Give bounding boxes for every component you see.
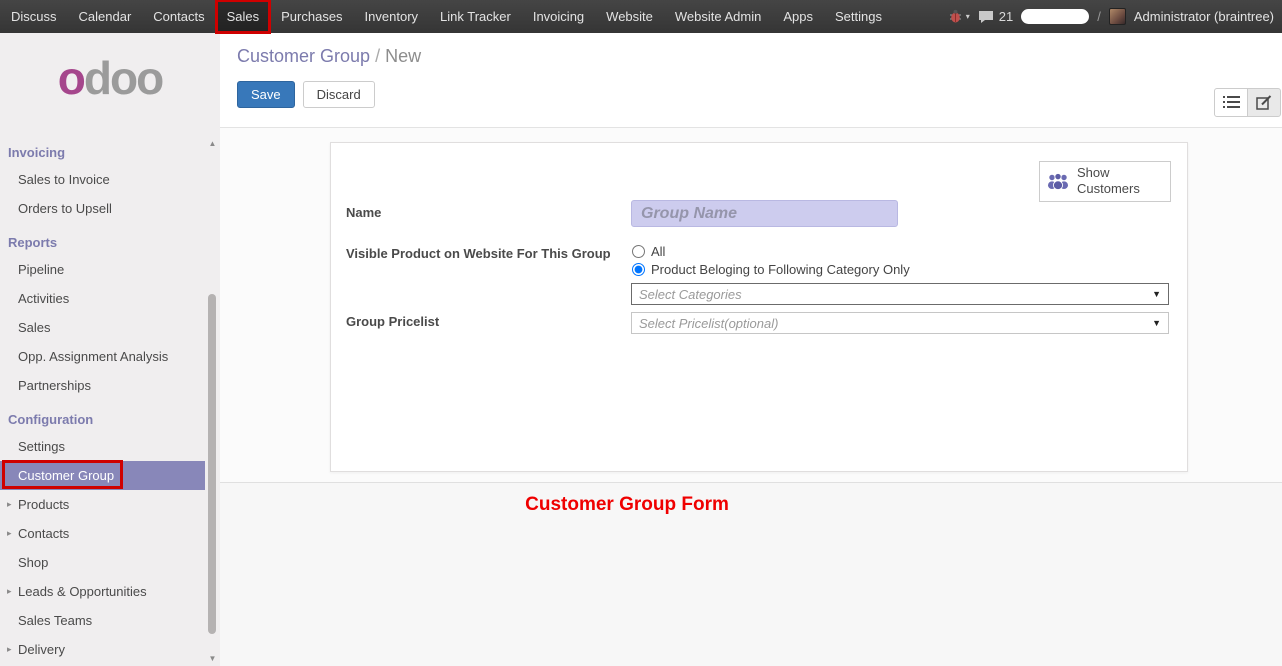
- save-button[interactable]: Save: [237, 81, 295, 108]
- dropdown-caret-icon: ▼: [1152, 318, 1161, 328]
- chevron-down-icon: ▾: [966, 12, 970, 21]
- select-categories-dropdown[interactable]: Select Categories ▼: [631, 283, 1169, 305]
- sidebar-item-label: Customer Group: [18, 468, 114, 483]
- scroll-up-arrow-icon[interactable]: ▲: [206, 139, 219, 148]
- debug-menu[interactable]: ▾: [948, 9, 970, 24]
- form-content-area: Show Customers Name Visible Product on W…: [220, 128, 1282, 666]
- expand-arrow-icon: ▸: [7, 499, 12, 510]
- sidebar-scrollbar[interactable]: ▲ ▼: [206, 139, 219, 666]
- form-view-button[interactable]: [1247, 88, 1281, 117]
- section-invoicing: Invoicing: [0, 133, 205, 165]
- nav-inventory[interactable]: Inventory: [354, 0, 429, 33]
- radio-category-input[interactable]: [632, 263, 645, 276]
- pricelist-field-label: Group Pricelist: [346, 314, 439, 329]
- dropdown-caret-icon: ▼: [1152, 289, 1161, 299]
- form-action-buttons: Save Discard: [237, 81, 1282, 108]
- sidebar-item-shop[interactable]: Shop: [0, 548, 205, 577]
- sidebar-item-delivery[interactable]: ▸ Delivery: [0, 635, 205, 664]
- sidebar-item-leads-opportunities[interactable]: ▸ Leads & Opportunities: [0, 577, 205, 606]
- expand-arrow-icon: ▸: [7, 644, 12, 655]
- sidebar-item-settings[interactable]: Settings: [0, 432, 205, 461]
- nav-contacts[interactable]: Contacts: [142, 0, 215, 33]
- radio-category-label: Product Beloging to Following Category O…: [651, 262, 910, 277]
- radio-all-label: All: [651, 244, 665, 259]
- discard-button[interactable]: Discard: [303, 81, 375, 108]
- radio-all-input[interactable]: [632, 245, 645, 258]
- select-pricelist-placeholder: Select Pricelist(optional): [639, 316, 778, 331]
- section-configuration: Configuration: [0, 400, 205, 432]
- list-view-icon: [1223, 95, 1240, 110]
- expand-arrow-icon: ▸: [7, 586, 12, 597]
- sidebar-item-orders-to-upsell[interactable]: Orders to Upsell: [0, 194, 205, 223]
- user-menu[interactable]: Administrator (braintree): [1134, 9, 1274, 24]
- sidebar-item-sales[interactable]: Sales: [0, 313, 205, 342]
- annotation-caption: Customer Group Form: [220, 494, 1034, 516]
- nav-sales[interactable]: Sales: [216, 0, 271, 33]
- sidebar-item-pipeline[interactable]: Pipeline: [0, 255, 205, 284]
- scroll-down-arrow-icon[interactable]: ▼: [206, 654, 219, 663]
- select-categories-placeholder: Select Categories: [639, 287, 742, 302]
- main-panel: Customer Group/New Save Discard: [220, 33, 1282, 666]
- expand-arrow-icon: ▸: [7, 528, 12, 539]
- section-reports: Reports: [0, 223, 205, 255]
- nav-link-tracker[interactable]: Link Tracker: [429, 0, 522, 33]
- sidebar-item-contacts[interactable]: ▸ Contacts: [0, 519, 205, 548]
- sidebar-item-label: Delivery: [18, 642, 65, 657]
- radio-option-all[interactable]: All: [632, 244, 665, 259]
- messages-indicator[interactable]: 21: [978, 9, 1013, 24]
- nav-settings[interactable]: Settings: [824, 0, 893, 33]
- user-avatar: [1109, 8, 1126, 25]
- visibility-field-label: Visible Product on Website For This Grou…: [346, 246, 611, 261]
- logo-rest: doo: [84, 52, 162, 104]
- select-pricelist-dropdown[interactable]: Select Pricelist(optional) ▼: [631, 312, 1169, 334]
- nav-discuss[interactable]: Discuss: [0, 0, 68, 33]
- nav-apps[interactable]: Apps: [772, 0, 824, 33]
- sidebar-item-opp-assignment-analysis[interactable]: Opp. Assignment Analysis: [0, 342, 205, 371]
- sidebar-menu: Invoicing Sales to Invoice Orders to Ups…: [0, 109, 220, 664]
- lower-region: Customer Group Form: [220, 482, 1282, 666]
- navbar-divider: /: [1097, 9, 1101, 24]
- sidebar-item-sales-to-invoice[interactable]: Sales to Invoice: [0, 165, 205, 194]
- breadcrumb-current: New: [385, 46, 421, 66]
- radio-option-category-only[interactable]: Product Beloging to Following Category O…: [632, 262, 910, 277]
- nav-website[interactable]: Website: [595, 0, 664, 33]
- breadcrumb: Customer Group/New: [220, 33, 1282, 67]
- customers-group-icon: [1046, 172, 1070, 191]
- form-view-icon: [1256, 95, 1272, 110]
- sidebar-item-label: Products: [18, 497, 69, 512]
- sidebar-item-sales-teams[interactable]: Sales Teams: [0, 606, 205, 635]
- breadcrumb-parent-link[interactable]: Customer Group: [237, 46, 370, 66]
- logo-first-letter: o: [58, 52, 84, 104]
- breadcrumb-separator: /: [375, 46, 380, 66]
- extension-pill: [1021, 9, 1089, 24]
- sidebar-item-products[interactable]: ▸ Products: [0, 490, 205, 519]
- scrollbar-thumb[interactable]: [208, 294, 216, 634]
- group-name-input[interactable]: [631, 200, 898, 227]
- debug-bug-icon: [948, 9, 963, 24]
- name-field-label: Name: [346, 205, 381, 220]
- sidebar-item-label: Contacts: [18, 526, 69, 541]
- nav-invoicing[interactable]: Invoicing: [522, 0, 595, 33]
- nav-calendar[interactable]: Calendar: [68, 0, 143, 33]
- sidebar-item-customer-group[interactable]: Customer Group: [0, 461, 205, 490]
- list-view-button[interactable]: [1214, 88, 1248, 117]
- nav-website-admin[interactable]: Website Admin: [664, 0, 772, 33]
- chat-bubble-icon: [978, 10, 994, 24]
- nav-purchases[interactable]: Purchases: [270, 0, 353, 33]
- navbar-right-tools: ▾ 21 / Administrator (braintree): [948, 0, 1282, 33]
- odoo-logo: odoo: [0, 33, 220, 109]
- customer-group-form-card: Show Customers Name Visible Product on W…: [330, 142, 1188, 472]
- sidebar-item-label: Leads & Opportunities: [18, 584, 147, 599]
- top-navbar: Discuss Calendar Contacts Sales Purchase…: [0, 0, 1282, 33]
- sidebar-item-activities[interactable]: Activities: [0, 284, 205, 313]
- show-customers-button[interactable]: Show Customers: [1039, 161, 1171, 202]
- show-customers-label: Show Customers: [1077, 165, 1143, 198]
- sidebar: odoo Invoicing Sales to Invoice Orders t…: [0, 33, 220, 666]
- view-switcher: [1214, 88, 1281, 117]
- app-menu: Discuss Calendar Contacts Sales Purchase…: [0, 0, 893, 33]
- sidebar-item-partnerships[interactable]: Partnerships: [0, 371, 205, 400]
- message-count: 21: [999, 9, 1013, 24]
